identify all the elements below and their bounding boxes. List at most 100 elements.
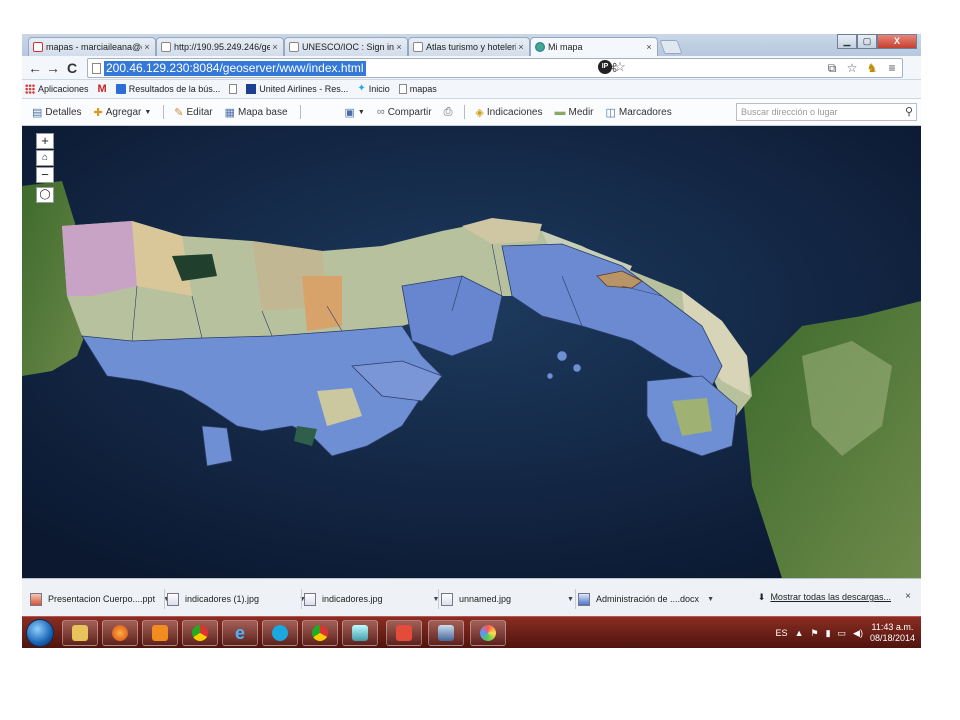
details-button[interactable]: ▤ Detalles bbox=[32, 106, 82, 119]
download-name: indicadores.jpg bbox=[322, 594, 383, 604]
language-indicator[interactable]: ES bbox=[776, 628, 788, 638]
locate-button[interactable]: ◯ bbox=[36, 187, 54, 203]
skype-taskbar-button[interactable] bbox=[262, 620, 298, 646]
bookmark-gmail[interactable]: M bbox=[98, 84, 107, 95]
clock[interactable]: 11:43 a.m. 08/18/2014 bbox=[870, 622, 915, 644]
forward-button[interactable]: → bbox=[44, 59, 62, 77]
bookmark-label: United Airlines - Res... bbox=[259, 84, 349, 94]
bookmark-page[interactable] bbox=[229, 84, 238, 94]
page-icon bbox=[229, 84, 238, 94]
ie-taskbar-button[interactable]: e bbox=[222, 620, 258, 646]
bookmark-apps[interactable]: Aplicaciones bbox=[25, 84, 89, 94]
edit-button[interactable]: ✎ Editar bbox=[174, 106, 212, 119]
directions-button[interactable]: ◈ Indicaciones bbox=[475, 106, 542, 119]
search-icon[interactable]: ⚲ bbox=[905, 104, 913, 120]
basemap-button[interactable]: ▦ Mapa base bbox=[225, 106, 288, 119]
volume-icon[interactable]: ◀) bbox=[853, 628, 863, 639]
page-icon bbox=[413, 42, 423, 52]
bookmarks-button[interactable]: ◫ Marcadores bbox=[606, 106, 672, 119]
bookmark-inicio[interactable]: ✦ Inicio bbox=[357, 84, 389, 95]
map-toolbar: ▤ Detalles ✚ Agregar ▼ ✎ Editar ▦ Mapa b… bbox=[22, 99, 921, 126]
maximize-button[interactable]: ▢ bbox=[857, 34, 877, 49]
new-tab-button[interactable] bbox=[659, 40, 683, 54]
tab-title: http://190.95.249.246/geo bbox=[174, 42, 270, 52]
download-item[interactable]: indicadores.jpg ▼ bbox=[304, 589, 439, 609]
show-all-downloads-link[interactable]: ⬇ Mostrar todas las descargas... bbox=[758, 592, 891, 603]
download-item[interactable]: indicadores (1).jpg ▼ bbox=[167, 589, 306, 609]
clock-date: 08/18/2014 bbox=[869, 633, 915, 643]
chrome-alt-taskbar-button[interactable] bbox=[302, 620, 338, 646]
pearl-island bbox=[572, 363, 582, 373]
star-icon[interactable]: ☆ bbox=[844, 60, 860, 76]
close-tab-icon[interactable]: × bbox=[142, 42, 152, 52]
firefox-taskbar-button[interactable] bbox=[102, 620, 138, 646]
star-icon[interactable]: ☆ bbox=[612, 59, 628, 75]
map-view[interactable]: + ⌂ − ◯ bbox=[22, 126, 921, 578]
download-item[interactable]: Presentacion Cuerpo....ppt ▼ bbox=[30, 589, 170, 609]
tab-gmail[interactable]: mapas - marciaileana@g × bbox=[28, 37, 156, 56]
url-text[interactable]: 200.46.129.230:8084/geoserver/www/index.… bbox=[104, 61, 366, 76]
close-tab-icon[interactable]: × bbox=[644, 42, 654, 52]
close-window-button[interactable]: X bbox=[877, 34, 917, 49]
skype-icon bbox=[272, 625, 288, 641]
tab-mi-mapa[interactable]: Mi mapa × bbox=[530, 37, 658, 56]
chrome-taskbar-button[interactable] bbox=[182, 620, 218, 646]
close-tab-icon[interactable]: × bbox=[270, 42, 280, 52]
menu-icon[interactable]: ≡ bbox=[884, 60, 900, 76]
media-taskbar-button[interactable] bbox=[142, 620, 178, 646]
notes-taskbar-button[interactable] bbox=[342, 620, 378, 646]
search-input[interactable]: Buscar dirección o lugar ⚲ bbox=[736, 103, 917, 121]
search-results-icon bbox=[115, 84, 126, 94]
home-button[interactable]: ⌂ bbox=[36, 150, 54, 166]
show-hidden-icons[interactable]: ▲ bbox=[795, 628, 804, 638]
extension-icon[interactable]: ♞ bbox=[864, 60, 880, 76]
download-arrow-icon: ⬇ bbox=[757, 592, 766, 602]
print-button[interactable]: ⎙ bbox=[444, 106, 453, 119]
download-item[interactable]: Administración de ....docx ▼ bbox=[578, 589, 714, 609]
bookmark-united[interactable]: United Airlines - Res... bbox=[246, 84, 348, 94]
bookmark-label: Aplicaciones bbox=[38, 84, 89, 94]
chevron-down-icon[interactable]: ▼ bbox=[707, 596, 714, 603]
image-file-icon bbox=[441, 592, 453, 606]
map-canvas bbox=[22, 126, 921, 578]
bookmark-mapas[interactable]: mapas bbox=[398, 84, 437, 94]
paint-taskbar-button[interactable] bbox=[470, 620, 506, 646]
battery-icon[interactable]: ▮ bbox=[826, 628, 831, 639]
save-button[interactable]: ▣ ▼ bbox=[345, 106, 365, 119]
page-icon bbox=[92, 63, 101, 74]
chevron-down-icon[interactable]: ▼ bbox=[567, 596, 574, 603]
explorer-taskbar-button[interactable] bbox=[62, 620, 98, 646]
bookmarks-bar: Aplicaciones M Resultados de la bús... U… bbox=[22, 80, 921, 99]
close-downloads-button[interactable]: × bbox=[905, 591, 911, 602]
minimize-button[interactable]: ▁ bbox=[837, 34, 857, 49]
bookmarks-label: Marcadores bbox=[618, 106, 672, 118]
add-button[interactable]: ✚ Agregar ▼ bbox=[94, 106, 152, 119]
download-item[interactable]: unnamed.jpg ▼ bbox=[441, 589, 576, 609]
acrobat-taskbar-button[interactable] bbox=[386, 620, 422, 646]
ip-icon[interactable]: IP bbox=[598, 60, 612, 74]
bookmark-search-results[interactable]: Resultados de la bús... bbox=[115, 84, 220, 94]
tab-atlas[interactable]: Atlas turismo y hoteleria × bbox=[408, 37, 530, 56]
page-icon bbox=[161, 42, 171, 52]
page-action-icon[interactable]: ⧉ bbox=[824, 60, 840, 76]
address-bar[interactable]: 200.46.129.230:8084/geoserver/www/index.… bbox=[87, 58, 903, 78]
tab-geoserver[interactable]: http://190.95.249.246/geo × bbox=[156, 37, 284, 56]
ppt-file-icon bbox=[30, 592, 42, 606]
share-button[interactable]: ∞ Compartir bbox=[377, 106, 432, 118]
photo-taskbar-button[interactable] bbox=[428, 620, 464, 646]
flag-icon[interactable]: ⚑ bbox=[810, 628, 818, 639]
toolbar-separator bbox=[163, 105, 165, 119]
close-tab-icon[interactable]: × bbox=[516, 42, 526, 52]
start-button[interactable] bbox=[26, 619, 54, 647]
back-button[interactable]: ← bbox=[26, 59, 44, 77]
zoom-out-button[interactable]: − bbox=[36, 167, 54, 183]
reload-button[interactable]: C bbox=[63, 59, 81, 77]
download-name: unnamed.jpg bbox=[459, 594, 512, 604]
media-player-icon bbox=[152, 625, 168, 641]
address-bar-row: ← → C 200.46.129.230:8084/geoserver/www/… bbox=[22, 56, 921, 80]
network-icon[interactable]: ▭ bbox=[838, 628, 847, 639]
tab-unesco[interactable]: UNESCO/IOC : Sign in × bbox=[284, 37, 408, 56]
zoom-in-button[interactable]: + bbox=[36, 133, 54, 149]
close-tab-icon[interactable]: × bbox=[394, 42, 404, 52]
measure-button[interactable]: ▬ Medir bbox=[554, 106, 593, 118]
